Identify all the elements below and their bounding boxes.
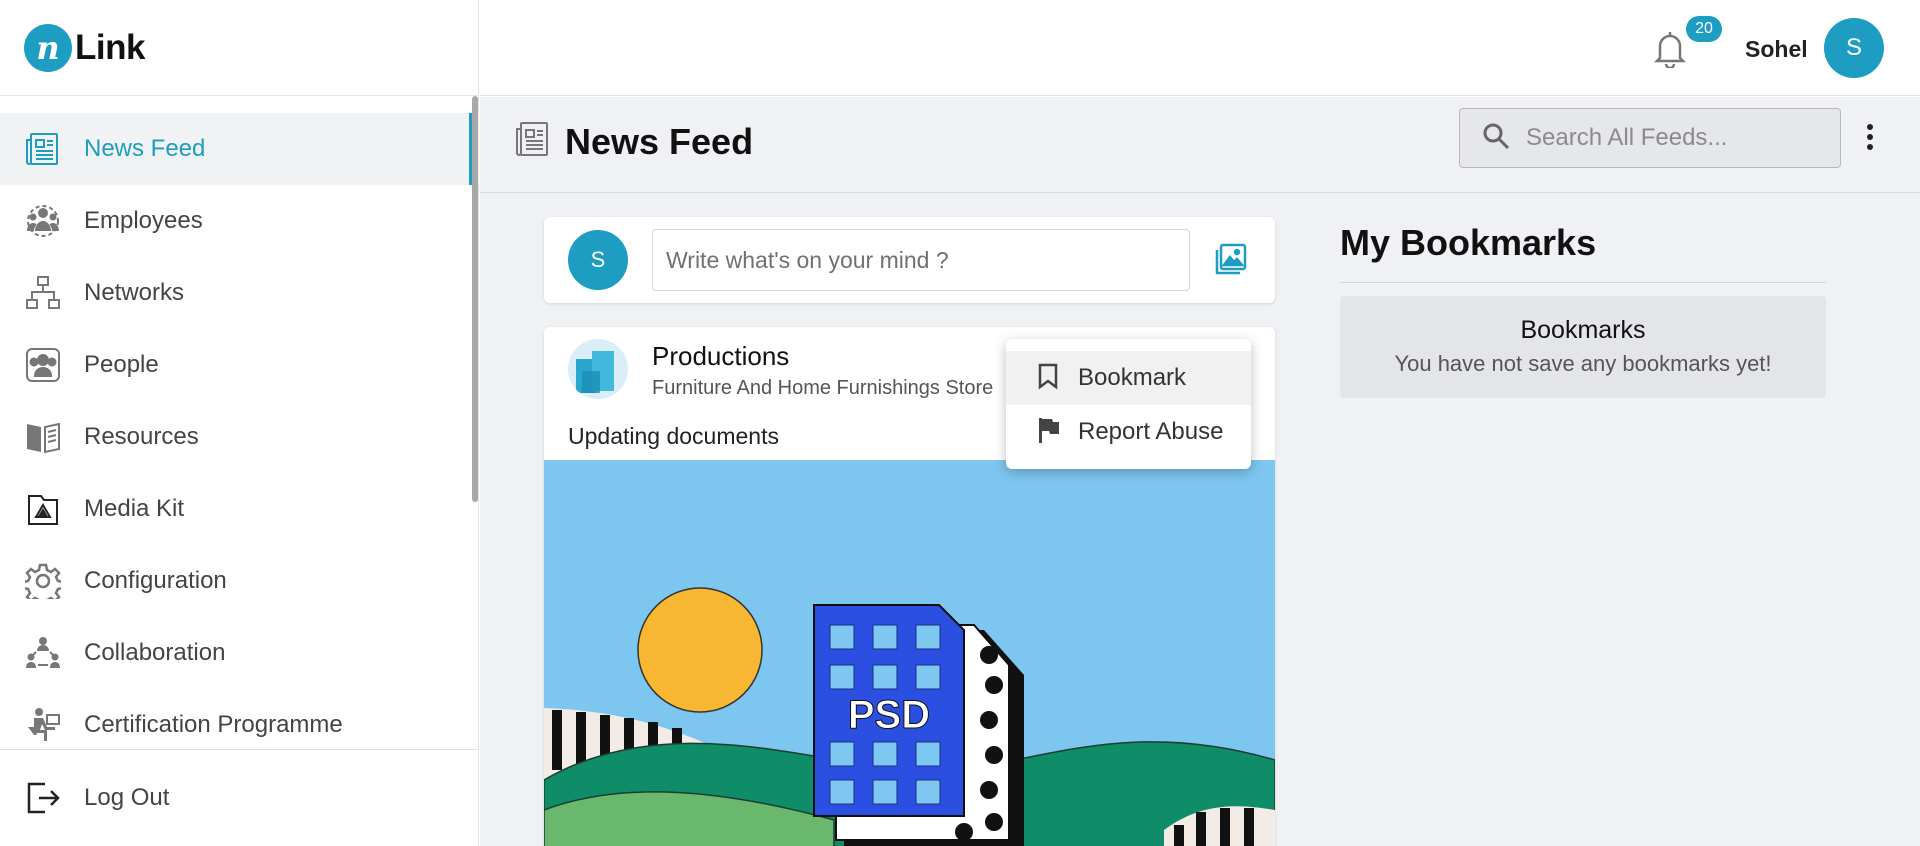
newspaper-icon <box>24 130 62 168</box>
notification-count-badge: 20 <box>1686 16 1722 42</box>
user-avatar[interactable]: S <box>1824 18 1884 78</box>
logout-label: Log Out <box>84 784 170 811</box>
bookmarks-title: My Bookmarks <box>1340 222 1597 263</box>
bookmark-icon <box>1036 362 1060 395</box>
newspaper-icon <box>515 120 551 158</box>
main-content: News Feed Search All Feeds... S Write wh… <box>480 97 1920 846</box>
menu-item-report-abuse[interactable]: Report Abuse <box>1006 405 1251 459</box>
logout-button[interactable]: Log Out <box>0 749 479 846</box>
top-header <box>480 0 1920 96</box>
notification-bell-icon[interactable] <box>1652 30 1688 70</box>
bookmarks-empty-text: You have not save any bookmarks yet! <box>1394 351 1772 376</box>
employees-icon <box>24 202 62 240</box>
collaboration-icon <box>24 634 62 672</box>
sidebar-item-configuration[interactable]: Configuration <box>0 545 479 617</box>
sidebar-nav: News Feed Employees Networks People Reso… <box>0 113 479 761</box>
brand-name: Link <box>75 27 145 67</box>
gear-icon <box>24 562 62 600</box>
search-icon <box>1482 122 1510 155</box>
brand-logo[interactable]: n Link <box>0 0 478 96</box>
user-name: Sohel <box>1745 36 1808 62</box>
post-options-menu: Bookmark Report Abuse <box>1006 339 1251 469</box>
flag-icon <box>1036 416 1060 449</box>
sidebar-item-label: Networks <box>84 279 185 306</box>
search-input[interactable] <box>1526 124 1826 152</box>
logout-icon <box>24 779 62 817</box>
people-icon <box>24 346 62 384</box>
post-composer: S <box>544 217 1275 303</box>
sidebar-item-employees[interactable]: Employees <box>0 185 479 257</box>
search-box[interactable] <box>1459 108 1841 168</box>
sidebar-item-media-kit[interactable]: Media Kit <box>0 473 479 545</box>
sidebar-item-label: Configuration <box>84 567 227 594</box>
post-image[interactable]: PSD <box>544 460 1275 846</box>
sidebar-item-networks[interactable]: Networks <box>0 257 479 329</box>
sidebar-item-label: News Feed <box>84 135 206 162</box>
post-author-name[interactable]: Productions <box>652 341 789 372</box>
network-icon <box>24 274 62 312</box>
book-icon <box>24 418 62 456</box>
sidebar-item-collaboration[interactable]: Collaboration <box>0 617 479 689</box>
menu-item-label: Bookmark <box>1078 364 1187 391</box>
image-upload-icon[interactable] <box>1214 242 1248 276</box>
media-folder-icon <box>24 490 62 528</box>
bookmarks-divider <box>1340 282 1826 283</box>
certificate-icon <box>24 706 62 744</box>
sidebar-item-label: Employees <box>84 207 203 234</box>
post-text: Updating documents <box>568 423 779 449</box>
page-header: News Feed <box>480 97 1920 193</box>
composer-input[interactable] <box>652 229 1190 291</box>
menu-item-bookmark[interactable]: Bookmark <box>1006 351 1251 405</box>
composer-avatar: S <box>568 230 628 290</box>
page-title: News Feed <box>565 121 754 162</box>
brand-logo-badge: n <box>24 23 72 72</box>
more-options-icon[interactable] <box>1862 121 1878 153</box>
bookmarks-card-title: Bookmarks <box>1520 316 1646 344</box>
sidebar-item-people[interactable]: People <box>0 329 479 401</box>
post-image-label: PSD <box>848 693 930 737</box>
sidebar-item-label: Media Kit <box>84 495 185 522</box>
post-author-subtitle: Furniture And Home Furnishings Store <box>652 377 994 399</box>
sidebar-scrollbar[interactable] <box>472 96 478 502</box>
sidebar-item-label: Collaboration <box>84 639 226 666</box>
post-author-logo[interactable] <box>568 339 628 399</box>
sidebar-item-news-feed[interactable]: News Feed <box>0 113 479 185</box>
sidebar: n Link News Feed Employees Networks Peop… <box>0 0 479 846</box>
sidebar-item-label: People <box>84 351 159 378</box>
sidebar-item-label: Certification Programme <box>84 711 343 738</box>
bookmarks-empty-card: Bookmarks You have not save any bookmark… <box>1340 296 1826 398</box>
sidebar-item-resources[interactable]: Resources <box>0 401 479 473</box>
menu-item-label: Report Abuse <box>1078 418 1224 445</box>
sidebar-item-label: Resources <box>84 423 199 450</box>
